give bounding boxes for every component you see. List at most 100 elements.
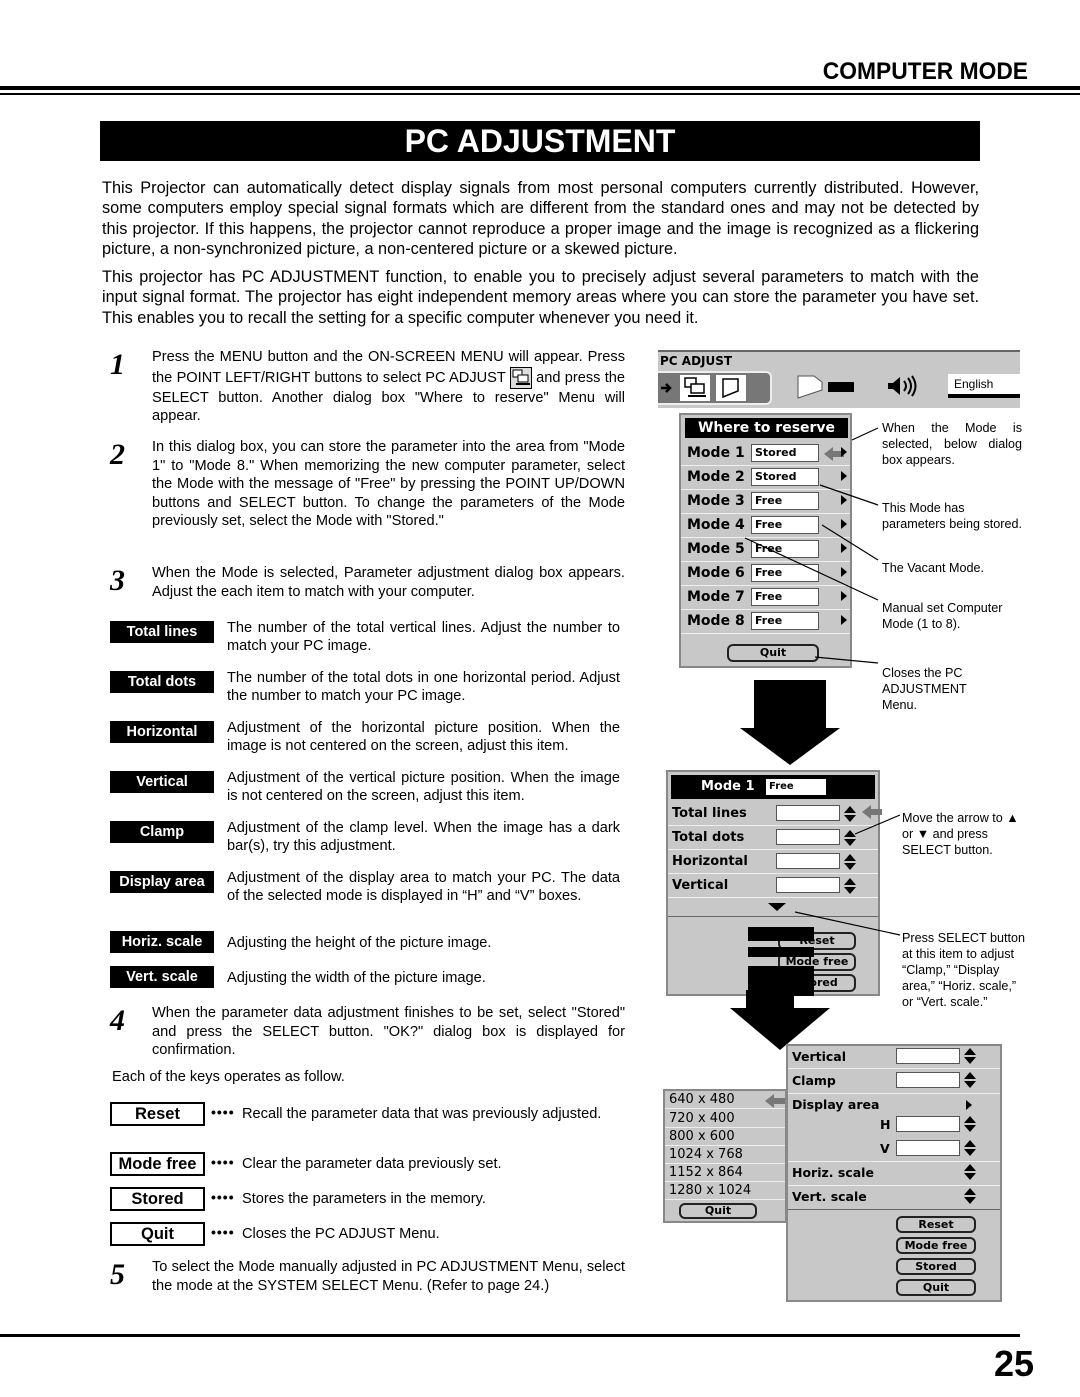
mode-free-button[interactable]: Mode free — [896, 1237, 976, 1254]
param-horizontal: Horizontal Adjustment of the horizontal … — [110, 719, 620, 755]
mode-label: Mode 4 — [687, 517, 745, 533]
value-field — [896, 1072, 960, 1088]
mode-row-2[interactable]: Mode 2 Stored — [681, 466, 850, 490]
mode-status: Free — [751, 588, 819, 606]
param-row-total-lines[interactable]: Total lines — [668, 802, 882, 826]
step-number: 1 — [110, 348, 125, 381]
param-row-horizontal[interactable]: Horizontal — [668, 850, 878, 874]
param-label: Vert. scale — [792, 1189, 867, 1204]
param-row-horiz-scale[interactable]: Horiz. scale — [788, 1162, 1000, 1186]
param-vert-scale: Vert. scale Adjusting the width of the p… — [110, 966, 620, 988]
keys-intro: Each of the keys operates as follow. — [112, 1069, 345, 1085]
callout-move-arrow: Move the arrow to ▲ or ▼ and press SELEC… — [902, 811, 1019, 857]
up-down-icon[interactable] — [844, 830, 856, 846]
param-horiz-scale: Horiz. scale Adjusting the height of the… — [110, 931, 620, 953]
mode-status: Free — [751, 564, 819, 582]
language-selector[interactable]: English — [948, 374, 1020, 398]
step-5: 5 To select the Mode manually adjusted i… — [110, 1258, 625, 1295]
chevron-right-icon — [841, 567, 847, 577]
param-label: Display area — [110, 871, 214, 893]
up-down-icon[interactable] — [964, 1048, 976, 1064]
mode-status: Free — [751, 612, 819, 630]
param-desc: Adjustment of the clamp level. When the … — [227, 820, 620, 854]
resolution-item[interactable]: 720 x 400 — [665, 1110, 785, 1128]
step-2: 2 In this dialog box, you can store the … — [110, 438, 625, 531]
screen-icon[interactable] — [716, 375, 746, 401]
mode-label: Mode 3 — [687, 493, 745, 509]
mode-label: Mode 7 — [687, 589, 745, 605]
resolution-menu: 640 x 480 720 x 400 800 x 600 1024 x 768… — [663, 1089, 787, 1223]
up-down-icon[interactable] — [964, 1164, 976, 1180]
pc-adjust-icon[interactable] — [680, 375, 710, 401]
mode-row-6[interactable]: Mode 6 Free — [681, 562, 850, 586]
mode-row-5[interactable]: Mode 5 Free — [681, 538, 850, 562]
key-label: Reset — [110, 1102, 205, 1126]
mode-row-1[interactable]: Mode 1 Stored — [681, 442, 850, 466]
mode-row-4[interactable]: Mode 4 Free — [681, 514, 850, 538]
mode-status: Free — [751, 516, 819, 534]
pc-adjust-icon — [509, 366, 532, 389]
mode-status: Free — [766, 779, 826, 795]
arrow-right-icon[interactable] — [660, 379, 674, 397]
up-down-icon[interactable] — [964, 1116, 976, 1132]
up-down-icon[interactable] — [844, 854, 856, 870]
stored-button[interactable]: Stored — [896, 1258, 976, 1275]
quit-button[interactable]: Quit — [727, 644, 819, 662]
key-quit: Quit •••• Closes the PC ADJUST Menu. — [110, 1222, 630, 1246]
resolution-item[interactable]: 1152 x 864 — [665, 1164, 785, 1182]
chevron-down-icon[interactable] — [768, 903, 786, 911]
param-row-vertical[interactable]: Vertical — [668, 874, 878, 898]
chevron-right-icon — [841, 591, 847, 601]
param-desc: Adjusting the width of the picture image… — [227, 970, 486, 986]
param-total-lines: Total lines The number of the total vert… — [110, 619, 620, 655]
mode-label: Mode 1 — [687, 445, 745, 461]
header-rule — [0, 86, 1080, 90]
quit-button[interactable]: Quit — [679, 1203, 757, 1219]
up-down-icon[interactable] — [964, 1140, 976, 1156]
redaction-bar — [748, 927, 814, 941]
mode-row-3[interactable]: Mode 3 Free — [681, 490, 850, 514]
display-area-v[interactable]: V — [788, 1138, 1000, 1162]
param-row-total-dots[interactable]: Total dots — [668, 826, 878, 850]
separator — [788, 1209, 1000, 1210]
reset-button[interactable]: Reset — [896, 1216, 976, 1233]
where-to-reserve-dialog: Where to reserve Mode 1 Stored Mode 2 Stor… — [679, 413, 852, 668]
up-down-icon[interactable] — [964, 1072, 976, 1088]
mode-row-7[interactable]: Mode 7 Free — [681, 586, 850, 610]
resolution-item[interactable]: 1024 x 768 — [665, 1146, 785, 1164]
chevron-right-icon — [841, 519, 847, 529]
up-down-icon[interactable] — [844, 878, 856, 894]
display-area-h[interactable]: H — [788, 1114, 1000, 1138]
step-text: To select the Mode manually adjusted in … — [152, 1259, 625, 1294]
intro-paragraph-1: This Projector can automatically detect … — [102, 179, 979, 258]
step-4: 4 When the parameter data adjustment fin… — [110, 1004, 625, 1060]
param-label: Clamp — [110, 821, 214, 843]
down-arrow-icon — [730, 990, 830, 1050]
key-label: Stored — [110, 1187, 205, 1211]
param-row-vertical[interactable]: Vertical — [788, 1046, 1000, 1070]
up-down-icon[interactable] — [964, 1188, 976, 1204]
param-label: Total dots — [110, 671, 214, 693]
param-row-vert-scale[interactable]: Vert. scale — [788, 1186, 1000, 1210]
dot-leader: •••• — [211, 1224, 235, 1240]
up-down-icon[interactable] — [844, 806, 856, 822]
param-label: Total lines — [110, 621, 214, 643]
mode-status: Free — [751, 492, 819, 510]
resolution-item[interactable]: 1280 x 1024 — [665, 1182, 785, 1200]
separator — [788, 1068, 1000, 1069]
quit-button[interactable]: Quit — [896, 1279, 976, 1296]
resolution-item[interactable]: 800 x 600 — [665, 1128, 785, 1146]
more-items-row[interactable] — [668, 899, 878, 917]
param-row-clamp[interactable]: Clamp — [788, 1070, 1000, 1094]
value-field — [776, 829, 840, 845]
dialog-title: Where to reserve — [685, 418, 848, 438]
key-reset: Reset •••• Recall the parameter data tha… — [110, 1102, 630, 1126]
param-label: Display area — [792, 1097, 880, 1112]
mode-label: Mode 2 — [687, 469, 745, 485]
dialog-header: Mode 1 Free — [671, 775, 875, 799]
projector-icon[interactable] — [796, 374, 856, 400]
mode-label: Mode 1 — [701, 779, 755, 794]
callout-mode-selected: When the Mode is selected, below dialog … — [882, 421, 1022, 467]
speaker-icon[interactable] — [886, 374, 922, 398]
mode-row-8[interactable]: Mode 8 Free — [681, 610, 850, 634]
